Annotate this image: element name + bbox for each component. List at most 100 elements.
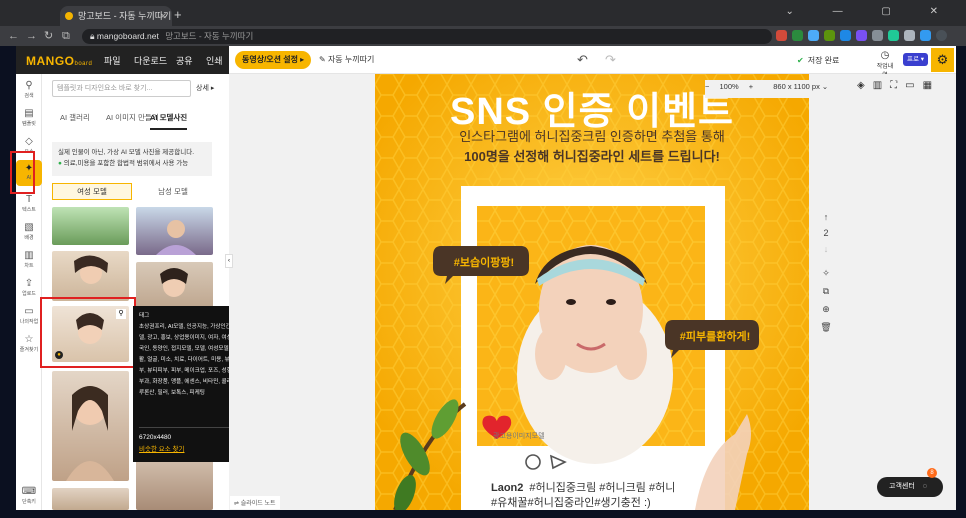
sidebar-item-template[interactable]: ▤ 템플릿 bbox=[16, 108, 42, 127]
female-model-button[interactable]: 여성 모델 bbox=[52, 183, 132, 200]
poster-subtitle: 인스타그램에 허니집중크림 인증하면 추첨을 통해 bbox=[459, 129, 725, 144]
address-bar[interactable]: 🔒︎ mangoboard.net 망고보드 - 자동 누끼따기 bbox=[82, 29, 772, 44]
tool-sidebar: ⚲ 검색 ▤ 템플릿 ◇ 요소 ✦ AI T 텍스트 ▧ 배경 ▥ 차트 ⇪ 업로드 ▭ 나의작업… bbox=[16, 74, 42, 510]
save-status: ✔ 저장 완료 bbox=[797, 56, 840, 65]
grid-icon[interactable]: ▦ bbox=[923, 80, 940, 91]
extension-icon[interactable] bbox=[840, 30, 851, 41]
extension-icon[interactable] bbox=[920, 30, 931, 41]
browser-tab-bar: 망고보드 - 자동 누끼따기 ✕ + ⌄ — ▢ ✕ bbox=[0, 0, 966, 26]
crop-icon[interactable]: ⛶ bbox=[890, 80, 905, 91]
extension-icon[interactable] bbox=[888, 30, 899, 41]
canvas-size[interactable]: 860 x 1100 px bbox=[773, 82, 820, 91]
window-icon[interactable]: ▭ bbox=[905, 80, 922, 91]
profile-avatar[interactable] bbox=[936, 30, 947, 41]
menu-file[interactable]: 파일 bbox=[104, 54, 121, 67]
collapse-panel-icon[interactable]: ‹ bbox=[225, 254, 233, 268]
extension-icon[interactable] bbox=[808, 30, 819, 41]
extension-icon[interactable] bbox=[776, 30, 787, 41]
extension-icon[interactable] bbox=[856, 30, 867, 41]
tab-title: 망고보드 - 자동 누끼따기 bbox=[78, 11, 172, 21]
auto-nukki-button[interactable]: ✎ 자동 누끼따기 bbox=[319, 54, 374, 65]
view-tools: ◈▥⛶▭▦ bbox=[857, 80, 940, 91]
extension-icon[interactable] bbox=[904, 30, 915, 41]
sidebar-item-upload[interactable]: ⇪ 업로드 bbox=[16, 278, 42, 297]
model-thumbnail[interactable] bbox=[52, 207, 129, 245]
model-thumbnail[interactable] bbox=[52, 371, 129, 481]
page-down-icon[interactable]: ↓ bbox=[819, 244, 833, 254]
menu-share[interactable]: 공유 bbox=[176, 54, 193, 67]
url-page-title: 망고보드 - 자동 누끼따기 bbox=[165, 31, 254, 41]
extensions-row bbox=[776, 30, 947, 41]
undo-icon[interactable]: ↶ bbox=[577, 52, 588, 68]
copy-page-icon[interactable]: ⧉ bbox=[819, 286, 833, 297]
tab-ai-gallery[interactable]: AI 갤러리 bbox=[60, 112, 90, 123]
bubble-left-text: #보습이팡팡! bbox=[453, 257, 515, 269]
poster-hashtags-1: Laon2 #허니집중크림 #허니크림 #허니 bbox=[491, 482, 676, 494]
forward-icon[interactable]: → bbox=[26, 28, 37, 44]
model-thumbnail[interactable] bbox=[52, 488, 129, 510]
add-page-icon[interactable]: ⊕ bbox=[819, 304, 833, 315]
dimension-settings-button[interactable]: 동영상/오션 설정 ▸ bbox=[235, 51, 312, 69]
zoom-out-icon[interactable]: − bbox=[705, 82, 709, 91]
sidebar-item-search[interactable]: ⚲ 검색 bbox=[16, 80, 42, 99]
elements-icon: ◇ bbox=[25, 136, 33, 147]
poster-subtitle-bold: 100명을 선정해 허니집중라인 세트를 드립니다! bbox=[464, 149, 720, 164]
close-tab-icon[interactable]: ✕ bbox=[159, 6, 167, 26]
page-number: 2 bbox=[823, 228, 829, 238]
search-icon: ⚲ bbox=[25, 80, 33, 91]
bubble-right-text: #피부를환하게! bbox=[679, 331, 751, 343]
zoom-level[interactable]: 100% bbox=[719, 82, 738, 91]
detail-search-button[interactable]: 상세 ▸ bbox=[196, 83, 214, 93]
model-thumbnail[interactable] bbox=[136, 454, 213, 510]
mangoboard-logo[interactable]: MANGOboard bbox=[26, 54, 92, 68]
ai-model-notice: 실제 인물이 아닌, 가상 AI 모델 사진을 제공합니다. ● 의료,미용을 … bbox=[52, 142, 212, 176]
new-tab-button[interactable]: + bbox=[174, 8, 182, 22]
browser-tab[interactable]: 망고보드 - 자동 누끼따기 ✕ bbox=[60, 6, 172, 26]
page-up-icon[interactable]: ↑ bbox=[819, 212, 833, 222]
tab-ai-model-photo[interactable]: AI 모델사진 bbox=[150, 112, 188, 130]
slide-note-toggle[interactable]: ⇌ 슬라이드 노트 bbox=[230, 496, 280, 509]
sidebar-item-background[interactable]: ▧ 배경 bbox=[16, 222, 42, 241]
settings-gear-icon[interactable]: ⚙ bbox=[931, 48, 954, 72]
star-icon: ☆ bbox=[24, 334, 34, 345]
sidebar-item-favorites[interactable]: ☆ 즐겨찾기 bbox=[16, 334, 42, 353]
extension-icon[interactable] bbox=[792, 30, 803, 41]
extension-icon[interactable] bbox=[872, 30, 883, 41]
zoom-controls: − 100% + 860 x 1100 px ⌄ bbox=[705, 82, 828, 91]
layers-icon[interactable]: ◈ bbox=[857, 80, 873, 91]
male-model-button[interactable]: 남성 모델 bbox=[134, 183, 212, 200]
poster-hashtags-2: #유채꿀#허니집중라인#생기충전 :) bbox=[491, 497, 651, 509]
chevron-down-icon[interactable]: ⌄ bbox=[822, 82, 828, 91]
notification-badge: 8 bbox=[927, 468, 937, 478]
sidebar-item-my-work[interactable]: ▭ 나의작업 bbox=[16, 306, 42, 325]
pro-badge[interactable]: 프로 ▾ bbox=[903, 53, 929, 66]
sidebar-item-text[interactable]: T 텍스트 bbox=[16, 194, 42, 213]
reload-icon[interactable]: ↻ bbox=[44, 28, 53, 44]
redo-icon[interactable]: ↷ bbox=[605, 52, 616, 68]
extension-icon[interactable] bbox=[824, 30, 835, 41]
chart-icon[interactable]: ▥ bbox=[873, 80, 890, 91]
highlight-ai-box bbox=[10, 151, 35, 194]
sidebar-item-chart[interactable]: ▥ 차트 bbox=[16, 250, 42, 269]
note-icon: ⇌ bbox=[234, 501, 241, 507]
model-thumbnail[interactable] bbox=[52, 251, 129, 301]
sidebar-item-shortcuts[interactable]: ⌨ 단축키 bbox=[16, 486, 42, 505]
url-text: mangoboard.net bbox=[96, 31, 159, 41]
keyboard-icon: ⌨ bbox=[21, 486, 37, 497]
find-similar-link[interactable]: 비슷한 요소 찾기 bbox=[139, 444, 184, 455]
poster-canvas[interactable]: SNS 인증 이벤트 인스타그램에 허니집중크림 인증하면 추첨을 통해 100… bbox=[375, 74, 809, 510]
tabs-icon[interactable]: ⧉ bbox=[62, 28, 70, 44]
menu-print[interactable]: 인쇄 bbox=[206, 54, 223, 67]
highlight-thumbnail-box bbox=[40, 297, 136, 368]
delete-page-icon[interactable]: 🗑︎ bbox=[819, 322, 833, 333]
menu-download[interactable]: 다운로드 bbox=[134, 54, 167, 67]
search-input[interactable]: 템플릿과 디자인요소 바로 찾기... bbox=[52, 80, 191, 97]
model-thumbnail[interactable] bbox=[136, 207, 213, 255]
zoom-in-icon[interactable]: + bbox=[749, 82, 753, 91]
favicon-icon bbox=[65, 12, 73, 20]
back-icon[interactable]: ← bbox=[8, 28, 19, 44]
magic-icon[interactable]: ✧ bbox=[819, 268, 833, 279]
wand-icon: ✎ bbox=[319, 55, 328, 64]
window-controls[interactable]: ⌄ — ▢ ✕ bbox=[785, 6, 956, 17]
customer-center-button[interactable]: 고객센터 ◌ bbox=[877, 477, 943, 497]
